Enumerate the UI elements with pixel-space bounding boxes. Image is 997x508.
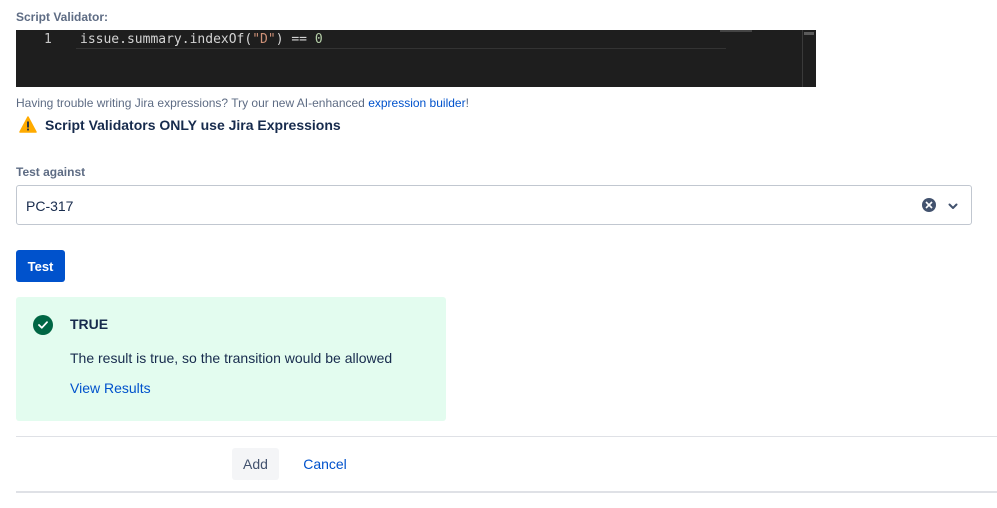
test-button[interactable]: Test	[16, 250, 65, 282]
warning-icon	[19, 116, 37, 133]
editor-scrollbar[interactable]	[802, 30, 816, 87]
select-value: PC-317	[26, 198, 74, 214]
code-token: "D"	[252, 32, 276, 47]
code-token: summary	[126, 32, 182, 47]
expression-builder-link[interactable]: expression builder	[368, 96, 465, 110]
cancel-button[interactable]: Cancel	[292, 448, 358, 480]
clear-icon[interactable]	[922, 198, 936, 212]
result-message: The result is true, so the transition wo…	[70, 350, 393, 366]
result-title: TRUE	[70, 316, 109, 332]
check-circle-icon	[33, 315, 53, 335]
current-line-highlight	[76, 48, 726, 49]
add-button[interactable]: Add	[232, 448, 279, 480]
code-token: ==	[283, 32, 315, 47]
code-token: .	[119, 32, 127, 47]
result-panel: TRUE The result is true, so the transiti…	[16, 297, 446, 421]
code-editor[interactable]: 1 issue.summary.indexOf("D") == 0	[16, 30, 816, 87]
divider	[16, 491, 997, 493]
code-token: indexOf	[189, 32, 245, 47]
test-against-label: Test against	[16, 165, 86, 179]
test-against-select[interactable]: PC-317	[16, 185, 972, 225]
warning-text: Script Validators ONLY use Jira Expressi…	[45, 116, 341, 133]
code-token: issue	[80, 32, 120, 47]
warning-banner: Script Validators ONLY use Jira Expressi…	[19, 116, 341, 133]
divider	[16, 436, 997, 437]
chevron-down-icon[interactable]	[946, 199, 960, 213]
view-results-link[interactable]: View Results	[70, 380, 151, 396]
scrollbar-thumb[interactable]	[804, 32, 814, 35]
help-text-body: Having trouble writing Jira expressions?…	[16, 96, 369, 110]
code-token: 0	[314, 32, 323, 47]
line-number: 1	[44, 32, 52, 47]
script-validator-label: Script Validator:	[16, 10, 109, 24]
editor-minimap[interactable]	[720, 30, 752, 32]
code-token: )	[275, 32, 284, 47]
help-text: Having trouble writing Jira expressions?…	[16, 96, 469, 110]
code-token: .	[181, 32, 190, 47]
help-text-suffix: !	[465, 96, 469, 110]
code-line[interactable]: issue.summary.indexOf("D") == 0	[80, 32, 323, 47]
